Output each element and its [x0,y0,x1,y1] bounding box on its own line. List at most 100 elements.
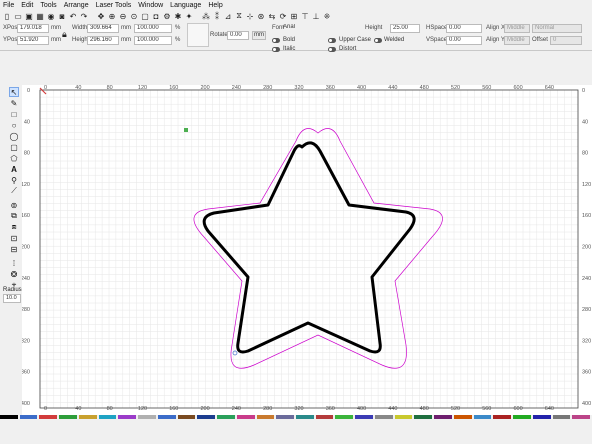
scale-width-input[interactable]: 100.000 [134,24,172,33]
align-y-label: Align Y [486,37,505,43]
ypos-input[interactable]: 51.920 [17,36,49,45]
ruler-x-label: 120 [138,406,147,412]
distort-toggle[interactable] [328,47,336,52]
select-arrow-icon[interactable]: ↖ [9,87,19,97]
menu-language[interactable]: Language [170,2,201,9]
rectangle-icon[interactable]: □ [9,109,19,119]
gear-icon[interactable]: ⚙ [162,11,172,21]
frame-icon[interactable]: ▢ [140,11,150,21]
align-v-icon[interactable]: ⊥ [311,11,321,21]
menu-laser-tools[interactable]: Laser Tools [96,2,132,9]
height-input[interactable]: 296.160 [87,36,119,45]
zoom-out-icon[interactable]: ⊖ [118,11,128,21]
menu-tools[interactable]: Tools [40,2,56,9]
offset-input[interactable]: 0 [550,36,582,45]
hspace-input[interactable]: 0.00 [446,24,482,33]
canvas-workspace[interactable]: 0 0 40 40 80 80 120 120 160 160 200 200 240 240 280 280… [21,85,592,415]
align-x-select[interactable]: Middle [504,24,530,33]
zoom-fit-icon[interactable]: ⊙ [129,11,139,21]
offset-label: Offset [532,37,548,43]
pan-icon[interactable]: ✥ [96,11,106,21]
pencil-icon[interactable]: ✎ [9,98,19,108]
boolean-union-icon[interactable]: ⧉ [9,211,19,221]
weld-icon[interactable]: ⊟ [9,244,19,254]
bold-toggle[interactable] [272,38,280,43]
width-label: Width [72,25,88,31]
location-pin-icon[interactable]: ⚲ [9,175,19,185]
ruler-x-label: 440 [388,406,397,412]
italic-toggle[interactable] [272,47,280,52]
ruler-y-label: 240 [22,276,30,282]
ruler-y-label: 280 [582,307,591,313]
align-h-icon[interactable]: ⊤ [300,11,310,21]
save-icon[interactable]: ▣ [24,11,34,21]
camera-icon[interactable]: ◉ [46,11,56,21]
grid-array-icon[interactable]: ⁞ [9,258,19,268]
ruler-y-label: 120 [22,182,30,188]
undo-icon[interactable]: ↶ [68,11,78,21]
group-icon[interactable]: ⁂ [201,11,211,21]
menu-edit[interactable]: Edit [21,2,33,9]
ellipse-icon[interactable]: ◯ [9,131,19,141]
menu-help[interactable]: Help [208,2,222,9]
flip-icon[interactable]: ⧖ [234,11,244,21]
ruler-x-label: 360 [326,406,335,412]
boolean-subtract-icon[interactable]: ⧈ [9,222,19,232]
vspace-input[interactable]: 0.00 [446,36,482,45]
ruler-x-label: 40 [75,406,81,412]
align-icon[interactable]: ⊿ [223,11,233,21]
upper-case-toggle[interactable] [328,38,336,43]
position-icon[interactable]: ⊚ [9,200,19,210]
path-icon[interactable]: ⊹ [245,11,255,21]
new-file-icon[interactable]: ▯ [2,11,12,21]
circle-icon[interactable]: ○ [9,120,19,130]
menu-file[interactable]: File [3,2,14,9]
scale-height-input[interactable]: 100.000 [134,36,172,45]
measure-icon[interactable]: ⟋ [9,186,19,196]
align-y-select[interactable]: Middle [504,36,530,45]
settings-icon[interactable]: ◙ [57,11,67,21]
print-icon[interactable]: ▦ [35,11,45,21]
zoom-in-icon[interactable]: ⊕ [107,11,117,21]
rotate-icon[interactable]: ⟳ [278,11,288,21]
font-height-input[interactable]: 25.00 [390,24,420,33]
ruler-y-label: 200 [582,245,591,251]
welded-label: Welded [384,37,405,43]
tools-icon[interactable]: ✱ [173,11,183,21]
rotate-input[interactable]: 0.00 [227,31,249,40]
open-file-icon[interactable]: ▭ [13,11,23,21]
lock-ratio-icon[interactable]: 🔒︎ [62,29,67,40]
font-select[interactable]: Arial [283,24,363,33]
anchor-grid[interactable] [187,23,209,47]
camera-capture-icon[interactable]: ◘ [151,11,161,21]
polygon-icon[interactable]: ⬠ [9,153,19,163]
ruler-x-label: 240 [232,406,241,412]
distribute-icon[interactable]: ⇆ [267,11,277,21]
xpos-input[interactable]: 179.018 [17,24,49,33]
menu-window[interactable]: Window [138,2,163,9]
menu-arrange[interactable]: Arrange [64,2,89,9]
ruler-y-label: 0 [27,88,30,94]
radius-input[interactable]: 10.0 [3,294,21,303]
nudge-icon[interactable]: ⁜ [322,11,332,21]
rotation-handle[interactable] [184,128,188,132]
welded-toggle[interactable] [374,38,382,43]
redo-icon[interactable]: ↷ [79,11,89,21]
text-icon[interactable]: A [9,164,19,174]
crosshair-icon[interactable]: ⊛ [256,11,266,21]
width-input[interactable]: 309.664 [87,24,119,33]
units-toggle-button[interactable]: mm [252,31,266,40]
rounded-rect-icon[interactable]: ▢ [9,142,19,152]
boolean-intersect-icon[interactable]: ⊡ [9,233,19,243]
ungroup-icon[interactable]: ⁑ [212,11,222,21]
ruler-y-label: 360 [22,370,30,376]
wand-icon[interactable]: ✦ [184,11,194,21]
text-mode-select[interactable]: Normal [532,24,582,33]
grid-icon[interactable]: ⊞ [289,11,299,21]
canvas[interactable]: 0 0 40 40 80 80 120 120 160 160 200 200 240 240 280 280… [21,85,592,415]
ruler-x-label: 160 [169,406,178,412]
ruler-y-label: 160 [582,213,591,219]
ruler-x-label: 560 [482,406,491,412]
distort-label: Distort [339,46,357,52]
circular-array-icon[interactable]: ❂ [9,269,19,279]
